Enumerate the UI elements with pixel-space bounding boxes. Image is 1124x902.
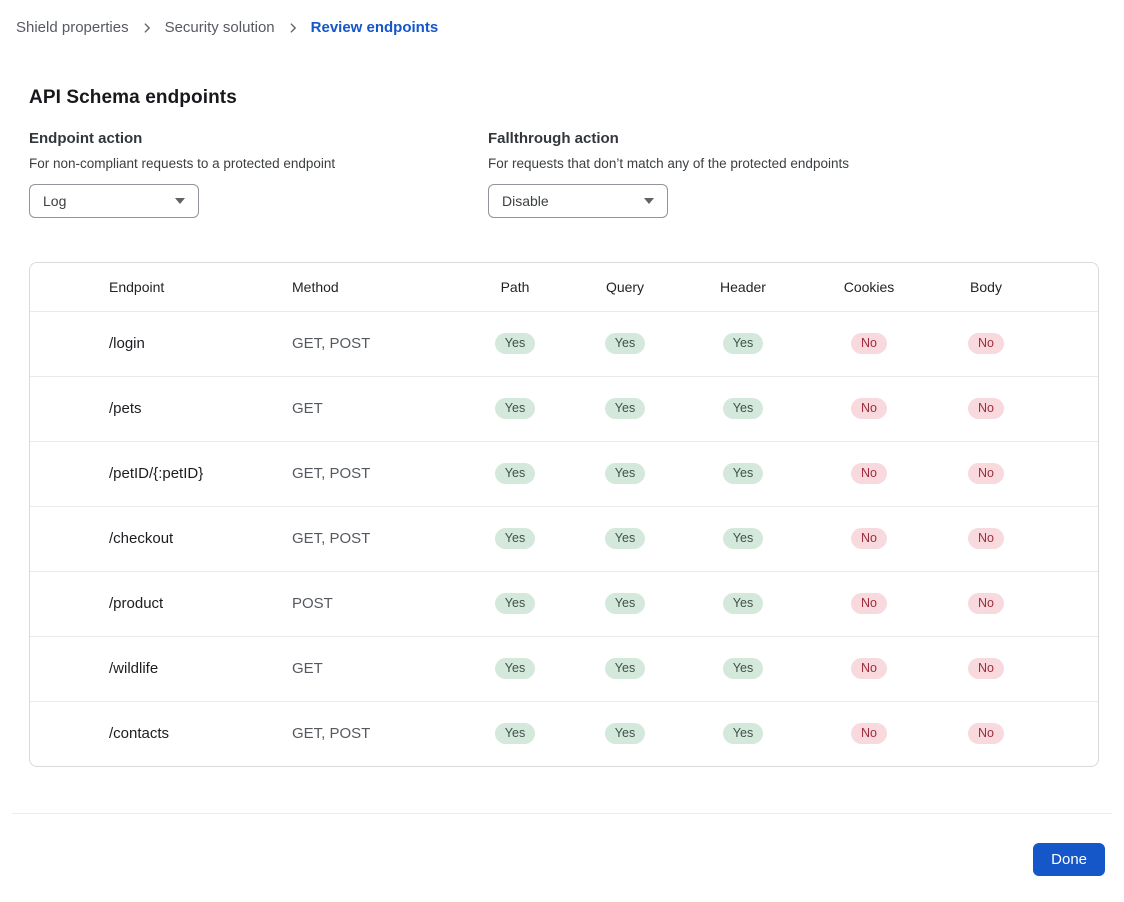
chevron-right-icon: [286, 21, 300, 35]
cookies-badge: No: [851, 528, 887, 549]
endpoint-cell: /product: [30, 571, 292, 636]
fallthrough-action-section: Fallthrough action For requests that don…: [488, 130, 849, 218]
col-header-header: Header: [680, 263, 806, 311]
breadcrumb-item-review-endpoints: Review endpoints: [311, 19, 439, 36]
fallthrough-action-select[interactable]: Disable: [488, 184, 668, 218]
method-cell: GET, POST: [292, 441, 460, 506]
endpoint-cell: /contacts: [30, 701, 292, 766]
col-header-endpoint: Endpoint: [30, 263, 292, 311]
table-header-row: Endpoint Method Path Query Header Cookie…: [30, 263, 1098, 311]
breadcrumb-item-security-solution[interactable]: Security solution: [165, 19, 275, 36]
cookies-badge: No: [851, 333, 887, 354]
table-row: /contacts GET, POST Yes Yes Yes No No: [30, 701, 1098, 766]
breadcrumb: Shield properties Security solution Revi…: [0, 0, 1124, 36]
table-row: /checkout GET, POST Yes Yes Yes No No: [30, 506, 1098, 571]
header-badge: Yes: [723, 593, 763, 614]
header-badge: Yes: [723, 333, 763, 354]
fallthrough-action-selected-value: Disable: [502, 193, 549, 209]
col-header-cookies: Cookies: [806, 263, 932, 311]
body-badge: No: [968, 658, 1004, 679]
path-badge: Yes: [495, 398, 535, 419]
query-badge: Yes: [605, 528, 645, 549]
endpoint-cell: /pets: [30, 376, 292, 441]
path-badge: Yes: [495, 463, 535, 484]
query-badge: Yes: [605, 333, 645, 354]
query-badge: Yes: [605, 463, 645, 484]
cookies-badge: No: [851, 658, 887, 679]
endpoint-action-title: Endpoint action: [29, 130, 142, 147]
table-row: /wildlife GET Yes Yes Yes No No: [30, 636, 1098, 701]
method-cell: GET: [292, 376, 460, 441]
table-row: /product POST Yes Yes Yes No No: [30, 571, 1098, 636]
body-badge: No: [968, 463, 1004, 484]
endpoint-cell: /petID/{:petID}: [30, 441, 292, 506]
col-header-method: Method: [292, 263, 460, 311]
header-badge: Yes: [723, 658, 763, 679]
table-row: /pets GET Yes Yes Yes No No: [30, 376, 1098, 441]
path-badge: Yes: [495, 723, 535, 744]
body-badge: No: [968, 528, 1004, 549]
col-header-body: Body: [932, 263, 1040, 311]
footer: Done: [0, 814, 1124, 876]
table-row: /login GET, POST Yes Yes Yes No No: [30, 311, 1098, 376]
cookies-badge: No: [851, 593, 887, 614]
path-badge: Yes: [495, 658, 535, 679]
chevron-down-icon: [175, 198, 185, 204]
endpoint-cell: /checkout: [30, 506, 292, 571]
done-button[interactable]: Done: [1033, 843, 1105, 876]
endpoint-action-select[interactable]: Log: [29, 184, 199, 218]
header-badge: Yes: [723, 723, 763, 744]
path-badge: Yes: [495, 333, 535, 354]
query-badge: Yes: [605, 593, 645, 614]
cookies-badge: No: [851, 463, 887, 484]
query-badge: Yes: [605, 723, 645, 744]
cookies-badge: No: [851, 723, 887, 744]
header-badge: Yes: [723, 398, 763, 419]
method-cell: GET: [292, 636, 460, 701]
endpoint-action-selected-value: Log: [43, 193, 66, 209]
chevron-right-icon: [140, 21, 154, 35]
body-badge: No: [968, 593, 1004, 614]
page-title: API Schema endpoints: [29, 87, 1124, 109]
fallthrough-action-description: For requests that don’t match any of the…: [488, 156, 849, 171]
fallthrough-action-title: Fallthrough action: [488, 130, 619, 147]
endpoint-action-section: Endpoint action For non-compliant reques…: [29, 130, 488, 218]
query-badge: Yes: [605, 658, 645, 679]
body-badge: No: [968, 398, 1004, 419]
method-cell: GET, POST: [292, 701, 460, 766]
method-cell: GET, POST: [292, 311, 460, 376]
cookies-badge: No: [851, 398, 887, 419]
endpoints-table-card: Endpoint Method Path Query Header Cookie…: [29, 262, 1099, 767]
header-badge: Yes: [723, 528, 763, 549]
chevron-down-icon: [644, 198, 654, 204]
endpoint-cell: /login: [30, 311, 292, 376]
action-settings: Endpoint action For non-compliant reques…: [29, 130, 1124, 218]
body-badge: No: [968, 723, 1004, 744]
path-badge: Yes: [495, 528, 535, 549]
col-header-path: Path: [460, 263, 570, 311]
endpoints-table: Endpoint Method Path Query Header Cookie…: [30, 263, 1098, 766]
endpoint-cell: /wildlife: [30, 636, 292, 701]
query-badge: Yes: [605, 398, 645, 419]
breadcrumb-item-shield-properties[interactable]: Shield properties: [16, 19, 129, 36]
col-header-query: Query: [570, 263, 680, 311]
body-badge: No: [968, 333, 1004, 354]
endpoint-action-description: For non-compliant requests to a protecte…: [29, 156, 335, 171]
path-badge: Yes: [495, 593, 535, 614]
table-row: /petID/{:petID} GET, POST Yes Yes Yes No…: [30, 441, 1098, 506]
method-cell: GET, POST: [292, 506, 460, 571]
header-badge: Yes: [723, 463, 763, 484]
method-cell: POST: [292, 571, 460, 636]
